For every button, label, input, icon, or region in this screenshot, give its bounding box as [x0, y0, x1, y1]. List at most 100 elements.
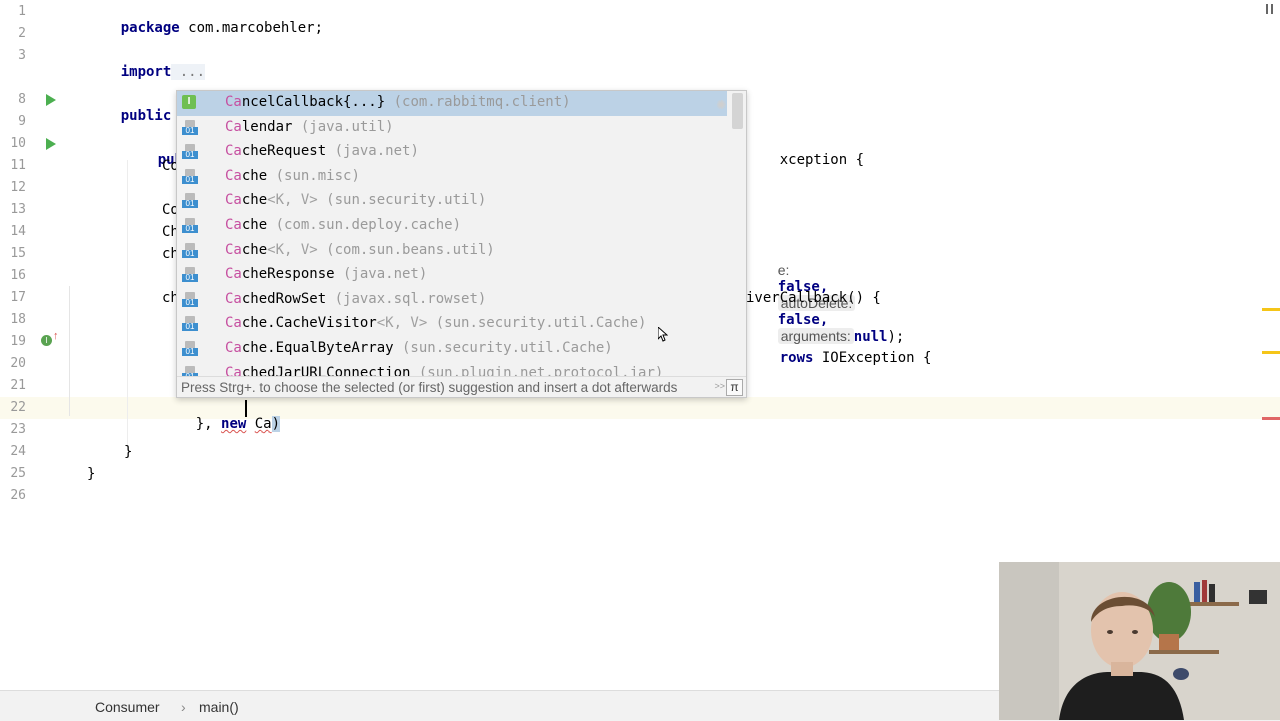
code-line-10-tail: xception {	[746, 136, 864, 184]
code-line-19-tail: rows IOException {	[746, 334, 932, 382]
package-text: (com.sun.beans.util)	[317, 241, 495, 258]
class-icon: 01	[182, 144, 198, 160]
line-number: 26	[10, 488, 26, 503]
suggestion-item[interactable]: 01 CachedJarURLConnection (sun.plugin.net…	[177, 362, 727, 376]
package-text: (sun.plugin.net.protocol.jar)	[410, 364, 664, 376]
keyword: package	[120, 20, 180, 36]
class-icon: 01	[182, 365, 198, 376]
run-main-icon[interactable]	[46, 138, 56, 150]
code-line-24: }	[124, 444, 132, 460]
folded-imports[interactable]: ...	[171, 64, 206, 80]
suggestion-item[interactable]: 01 Cache<K, V> (com.sun.beans.util)	[177, 239, 727, 264]
keyword: rows	[779, 350, 814, 366]
suggestion-item[interactable]: 01 CachedRowSet (javax.sql.rowset)	[177, 288, 727, 313]
match-text: Ca	[225, 192, 242, 209]
code-text: xception {	[779, 152, 865, 168]
line-number: 16	[10, 268, 26, 283]
pi-button[interactable]: π	[726, 379, 743, 396]
line-number: 18	[10, 312, 26, 327]
breadcrumb-method[interactable]: main()	[199, 699, 239, 715]
package-text: (sun.misc)	[267, 167, 360, 184]
popup-hint-text: Press Strg+. to choose the selected (or …	[181, 380, 678, 395]
name-text: ncelCallback{...}	[241, 94, 386, 110]
line-number: 23	[10, 422, 26, 437]
suggestion-item[interactable]: 01 Cache<K, V> (sun.security.util)	[177, 189, 727, 214]
code-text: )	[271, 416, 281, 432]
run-class-icon[interactable]	[46, 94, 56, 106]
suggestion-text: Cache (sun.misc)	[225, 168, 360, 184]
line-number: 11	[10, 158, 26, 173]
package-text: (sun.security.util.Cache)	[393, 340, 613, 356]
class-icon: 01	[182, 291, 198, 308]
name-text: cheRequest	[241, 143, 327, 160]
breadcrumb-class[interactable]: Consumer	[95, 699, 160, 715]
code-line-3: import ...	[87, 48, 206, 96]
line-number: 19	[10, 334, 26, 349]
line-number: 15	[10, 246, 26, 261]
name-text: lendar	[241, 118, 293, 135]
match-text: Ca	[225, 94, 242, 110]
typed-text: Ca	[254, 416, 272, 432]
package-text: (javax.sql.rowset)	[326, 290, 487, 307]
loading-spinner-icon: ✺	[716, 94, 726, 113]
class-icon: 01	[182, 316, 198, 332]
name-text: cheResponse	[241, 266, 335, 283]
warning-marker[interactable]	[1262, 308, 1280, 311]
fold-guide	[69, 286, 70, 416]
suggestion-item[interactable]: 01 Cache.CacheVisitor<K, V> (sun.security…	[177, 312, 727, 337]
suggestion-item[interactable]: 01 Cache (sun.misc)	[177, 165, 727, 190]
match-text: Ca	[225, 167, 242, 184]
suggestion-item[interactable]: I CancelCallback{...} (com.rabbitmq.clien…	[177, 91, 727, 116]
class-icon: 01	[182, 341, 198, 357]
presenter-video-icon	[999, 562, 1280, 720]
suggestion-text: Calendar (java.util)	[225, 119, 394, 135]
autocomplete-popup[interactable]: I CancelCallback{...} (com.rabbitmq.clien…	[176, 90, 747, 398]
implements-method-icon[interactable]: ↑ I	[41, 331, 59, 346]
name-text: che	[241, 167, 268, 184]
param-hint: e:	[777, 262, 790, 278]
match-text: Ca	[225, 315, 242, 332]
warning-marker[interactable]	[1262, 351, 1280, 354]
name-text: che.CacheVisitor	[241, 315, 377, 332]
line-number: 2	[18, 26, 26, 41]
suggestion-text: CacheResponse (java.net)	[225, 266, 427, 282]
suggestion-list[interactable]: I CancelCallback{...} (com.rabbitmq.clien…	[177, 91, 727, 376]
code-text: IOException {	[813, 350, 932, 366]
text-caret	[245, 400, 247, 417]
keyword: import	[120, 64, 172, 80]
line-number: 14	[10, 224, 26, 239]
suggestion-text: CancelCallback{...} (com.rabbitmq.client…	[225, 94, 571, 110]
code-text: }	[87, 466, 96, 482]
pause-icon[interactable]	[1266, 4, 1274, 14]
popup-scrollbar[interactable]	[732, 93, 743, 129]
more-hints-icon[interactable]: >>	[714, 381, 725, 391]
package-text: (com.rabbitmq.client)	[385, 94, 571, 110]
literal: false,	[777, 312, 829, 328]
package-text: (com.sun.deploy.cache)	[267, 217, 462, 233]
match-text: Ca	[225, 290, 242, 307]
line-number: 21	[10, 378, 26, 393]
package-text: (java.net)	[334, 266, 428, 283]
webcam-overlay	[999, 562, 1280, 720]
generic-text: <K, V>	[376, 315, 428, 332]
class-icon: 01	[182, 119, 198, 136]
suggestion-text: CachedRowSet (javax.sql.rowset)	[225, 291, 486, 307]
suggestion-item[interactable]: 01 Cache.EqualByteArray (sun.security.uti…	[177, 337, 727, 362]
suggestion-text: Cache<K, V> (com.sun.beans.util)	[225, 242, 495, 258]
match-text: Ca	[225, 143, 242, 160]
class-icon: 01	[182, 218, 198, 234]
name-text: che	[241, 217, 268, 233]
suggestion-item[interactable]: 01 CacheRequest (java.net)	[177, 140, 727, 165]
code-text: iverCallback() {	[746, 290, 881, 306]
name-text: chedJarURLConnection	[241, 364, 411, 376]
suggestion-item[interactable]: 01 Calendar (java.util)	[177, 116, 727, 141]
name-text: che.EqualByteArray	[241, 340, 394, 356]
package-text: (java.util)	[292, 118, 394, 135]
line-number: 24	[10, 444, 26, 459]
code-text: },	[195, 416, 213, 432]
error-marker[interactable]	[1262, 417, 1280, 420]
suggestion-item[interactable]: 01 Cache (com.sun.deploy.cache)	[177, 214, 727, 239]
match-text: Ca	[225, 217, 242, 233]
suggestion-item[interactable]: 01 CacheResponse (java.net)	[177, 263, 727, 288]
suggestion-text: Cache<K, V> (sun.security.util)	[225, 192, 486, 208]
